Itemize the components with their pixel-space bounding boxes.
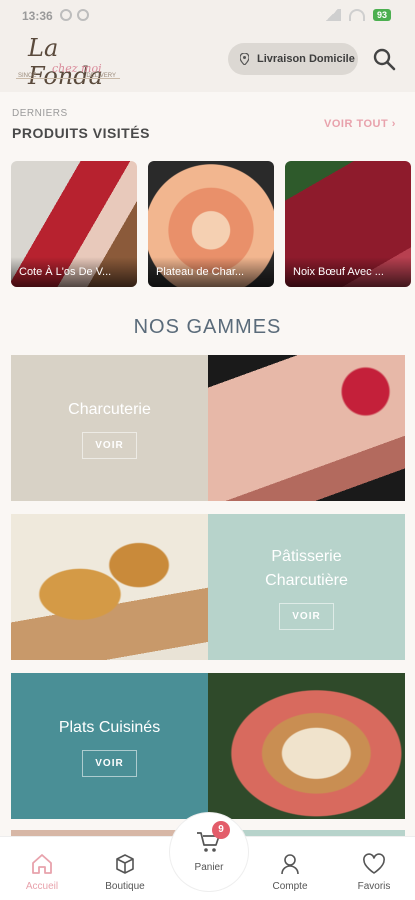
product-name: Plateau de Char... <box>148 257 274 287</box>
nav-boutique[interactable]: Boutique <box>90 853 160 892</box>
range-banner-charcuterie[interactable]: Charcuterie VOIR <box>11 355 405 501</box>
wifi-icon <box>348 9 365 21</box>
nav-favoris[interactable]: Favoris <box>339 853 409 892</box>
product-name: Cote À L'os De V... <box>11 257 137 287</box>
range-image <box>208 355 405 501</box>
heart-icon <box>363 853 385 874</box>
cart-count-badge: 9 <box>212 821 230 839</box>
range-voir-button[interactable]: VOIR <box>279 602 334 630</box>
search-icon[interactable] <box>372 47 396 71</box>
user-icon <box>281 854 299 875</box>
nav-panier[interactable]: 9 Panier <box>170 813 248 891</box>
location-pin-icon <box>240 53 249 65</box>
signal-icon <box>322 9 341 21</box>
range-banner-patisserie[interactable]: Pâtisserie Charcutière VOIR <box>11 514 405 660</box>
status-bar: 13:36 93 <box>0 0 415 30</box>
delivery-mode-button[interactable]: Livraison Domicile <box>228 43 358 75</box>
brand-logo[interactable]: La Fonda chez moi SINCE DELIVERY <box>16 34 120 90</box>
product-card[interactable]: Cote À L'os De V... <box>11 161 137 287</box>
range-image <box>208 673 405 819</box>
product-name: Noix Bœuf Avec ... <box>285 257 411 287</box>
range-name: Charcuterie <box>68 400 151 418</box>
notification-icon-2 <box>77 9 89 21</box>
delivery-label: Livraison Domicile <box>257 53 355 65</box>
notification-icon <box>60 9 72 21</box>
range-voir-button[interactable]: VOIR <box>82 431 137 459</box>
see-all-link[interactable]: VOIR TOUT › <box>324 118 396 130</box>
nav-panier-label: Panier <box>194 862 224 873</box>
nav-compte[interactable]: Compte <box>255 853 325 892</box>
product-card[interactable]: Noix Bœuf Avec ... <box>285 161 411 287</box>
status-time: 13:36 <box>22 9 53 23</box>
section-title: PRODUITS VISITÉS <box>12 125 150 141</box>
section-label: DERNIERS <box>12 108 68 119</box>
range-image <box>11 514 208 660</box>
home-icon <box>32 854 52 874</box>
product-card[interactable]: Plateau de Char... <box>148 161 274 287</box>
range-banner-plats[interactable]: Plats Cuisinés VOIR <box>11 673 405 819</box>
range-name: Plats Cuisinés <box>58 718 161 736</box>
app-header: La Fonda chez moi SINCE DELIVERY Livrais… <box>0 30 415 92</box>
nav-accueil[interactable]: Accueil <box>7 853 77 892</box>
range-voir-button[interactable]: VOIR <box>82 749 137 777</box>
ranges-title: NOS GAMMES <box>133 316 282 338</box>
range-name: Pâtisserie Charcutière <box>265 547 348 589</box>
box-icon <box>116 854 134 874</box>
battery-icon: 93 <box>372 9 391 21</box>
